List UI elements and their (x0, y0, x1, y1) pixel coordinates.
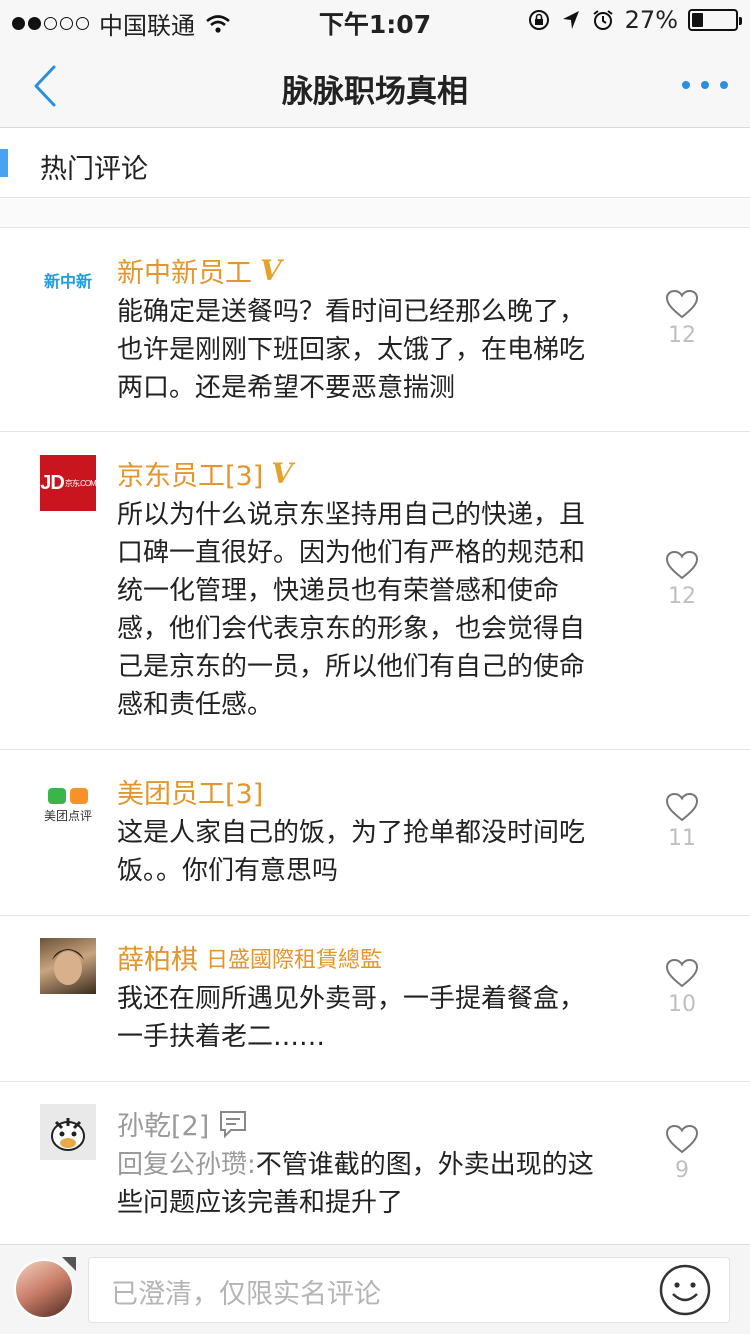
comment-input-bar: 已澄清，仅限实名评论 (0, 1244, 750, 1334)
comment-item[interactable]: 美团点评 美团员工[3] 这是人家自己的饭，为了抢单都没时间吃饭。。你们有意思吗… (0, 750, 750, 916)
comment-text: 这是人家自己的饭，为了抢单都没时间吃饭。。你们有意思吗 (117, 818, 586, 886)
like-count: 12 (668, 584, 696, 609)
heart-icon (665, 289, 699, 319)
avatar-text: JD (40, 471, 65, 494)
heart-icon (665, 550, 699, 580)
section-divider (0, 199, 750, 228)
heart-icon (665, 1124, 699, 1154)
comment-header: 京东员工[3] V (117, 454, 293, 493)
like-button[interactable]: 9 (664, 1124, 700, 1183)
like-count: 12 (668, 323, 696, 348)
like-button[interactable]: 12 (664, 550, 700, 609)
status-right: 27% (527, 6, 742, 34)
avatar-subtext: 京东.COM (64, 478, 96, 488)
more-options-icon[interactable] (682, 81, 728, 89)
like-count: 11 (668, 826, 696, 851)
comment-item[interactable]: 孙乾[2] 回复公孙瓒:不管谁截的图，外卖出现的这些问题应该完善和提升了 9 (0, 1082, 750, 1244)
author-name[interactable]: 孙乾[2] (117, 1104, 209, 1143)
comment-input[interactable]: 已澄清，仅限实名评论 (88, 1257, 730, 1323)
alarm-icon (593, 10, 613, 30)
comment-header: 新中新员工 V (117, 251, 282, 290)
user-photo-avatar[interactable] (40, 938, 96, 994)
comment-header: 薛柏棋 日盛國際租賃總監 (117, 938, 382, 977)
author-name[interactable]: 美团员工[3] (117, 772, 263, 811)
author-name[interactable]: 京东员工[3] (117, 454, 263, 493)
author-title: 日盛國際租賃總監 (206, 947, 383, 973)
comment-header: 美团员工[3] (117, 772, 263, 811)
emoji-icon[interactable] (658, 1263, 712, 1317)
battery-icon (688, 9, 742, 31)
comment-text: 能确定是送餐吗？看时间已经那么晚了，也许是刚刚下班回家，太饿了，在电梯吃两口。还… (117, 297, 586, 403)
verified-badge-icon: V (271, 457, 293, 490)
nav-bar: 脉脉职场真相 (0, 40, 750, 128)
verified-badge-icon: V (260, 254, 282, 287)
comment-item[interactable]: 薛柏棋 日盛國際租賃總監 我还在厕所遇见外卖哥，一手提着餐盒，一手扶着老二…… … (0, 916, 750, 1082)
comment-text: 所以为什么说京东坚持用自己的快递，且口碑一直很好。因为他们有严格的规范和统一化管… (117, 500, 586, 720)
comment-text: 回复公孙瓒:不管谁截的图，外卖出现的这些问题应该完善和提升了 (117, 1146, 607, 1222)
like-count: 10 (668, 992, 696, 1017)
orientation-lock-icon (528, 10, 549, 30)
company-logo-avatar[interactable]: 美团点评 (40, 778, 96, 834)
avatar-switch-corner-icon[interactable] (62, 1257, 76, 1271)
avatar-text: 新中新 (43, 272, 92, 291)
person-face-icon (52, 949, 84, 985)
like-button[interactable]: 11 (664, 792, 700, 851)
heart-icon (665, 958, 699, 988)
comment-header: 孙乾[2] (117, 1104, 249, 1143)
like-button[interactable]: 10 (664, 958, 700, 1017)
company-logo-avatar[interactable]: 新中新 (40, 252, 96, 308)
like-button[interactable]: 12 (664, 289, 700, 348)
section-accent-bar (0, 149, 8, 177)
meituan-logo-icon (48, 788, 88, 804)
heart-icon (665, 792, 699, 822)
battery-fill (692, 13, 704, 27)
location-icon (562, 11, 579, 29)
message-bubble-icon (220, 1110, 247, 1138)
battery-percent: 27% (624, 6, 678, 34)
avatar-text: 美团点评 (43, 809, 92, 823)
page-title: 脉脉职场真相 (282, 74, 468, 110)
author-name[interactable]: 薛柏棋 (117, 938, 198, 977)
zebra-icon (51, 1118, 85, 1151)
section-header: 热门评论 (0, 128, 750, 198)
author-name[interactable]: 新中新员工 (117, 251, 252, 290)
zebra-avatar[interactable] (40, 1104, 96, 1160)
comment-text: 我还在厕所遇见外卖哥，一手提着餐盒，一手扶着老二…… (117, 984, 586, 1052)
section-title: 热门评论 (40, 154, 148, 185)
reply-prefix[interactable]: 回复公孙瓒: (117, 1150, 256, 1180)
company-logo-avatar[interactable]: JD 京东.COM (40, 455, 96, 511)
status-bar: 中国联通 下午1:07 27% (0, 0, 750, 40)
like-count: 9 (675, 1158, 689, 1183)
comment-item[interactable]: 新中新 新中新员工 V 能确定是送餐吗？看时间已经那么晚了，也许是刚刚下班回家，… (0, 229, 750, 432)
comment-item[interactable]: JD 京东.COM 京东员工[3] V 所以为什么说京东坚持用自己的快递，且口碑一… (0, 432, 750, 750)
